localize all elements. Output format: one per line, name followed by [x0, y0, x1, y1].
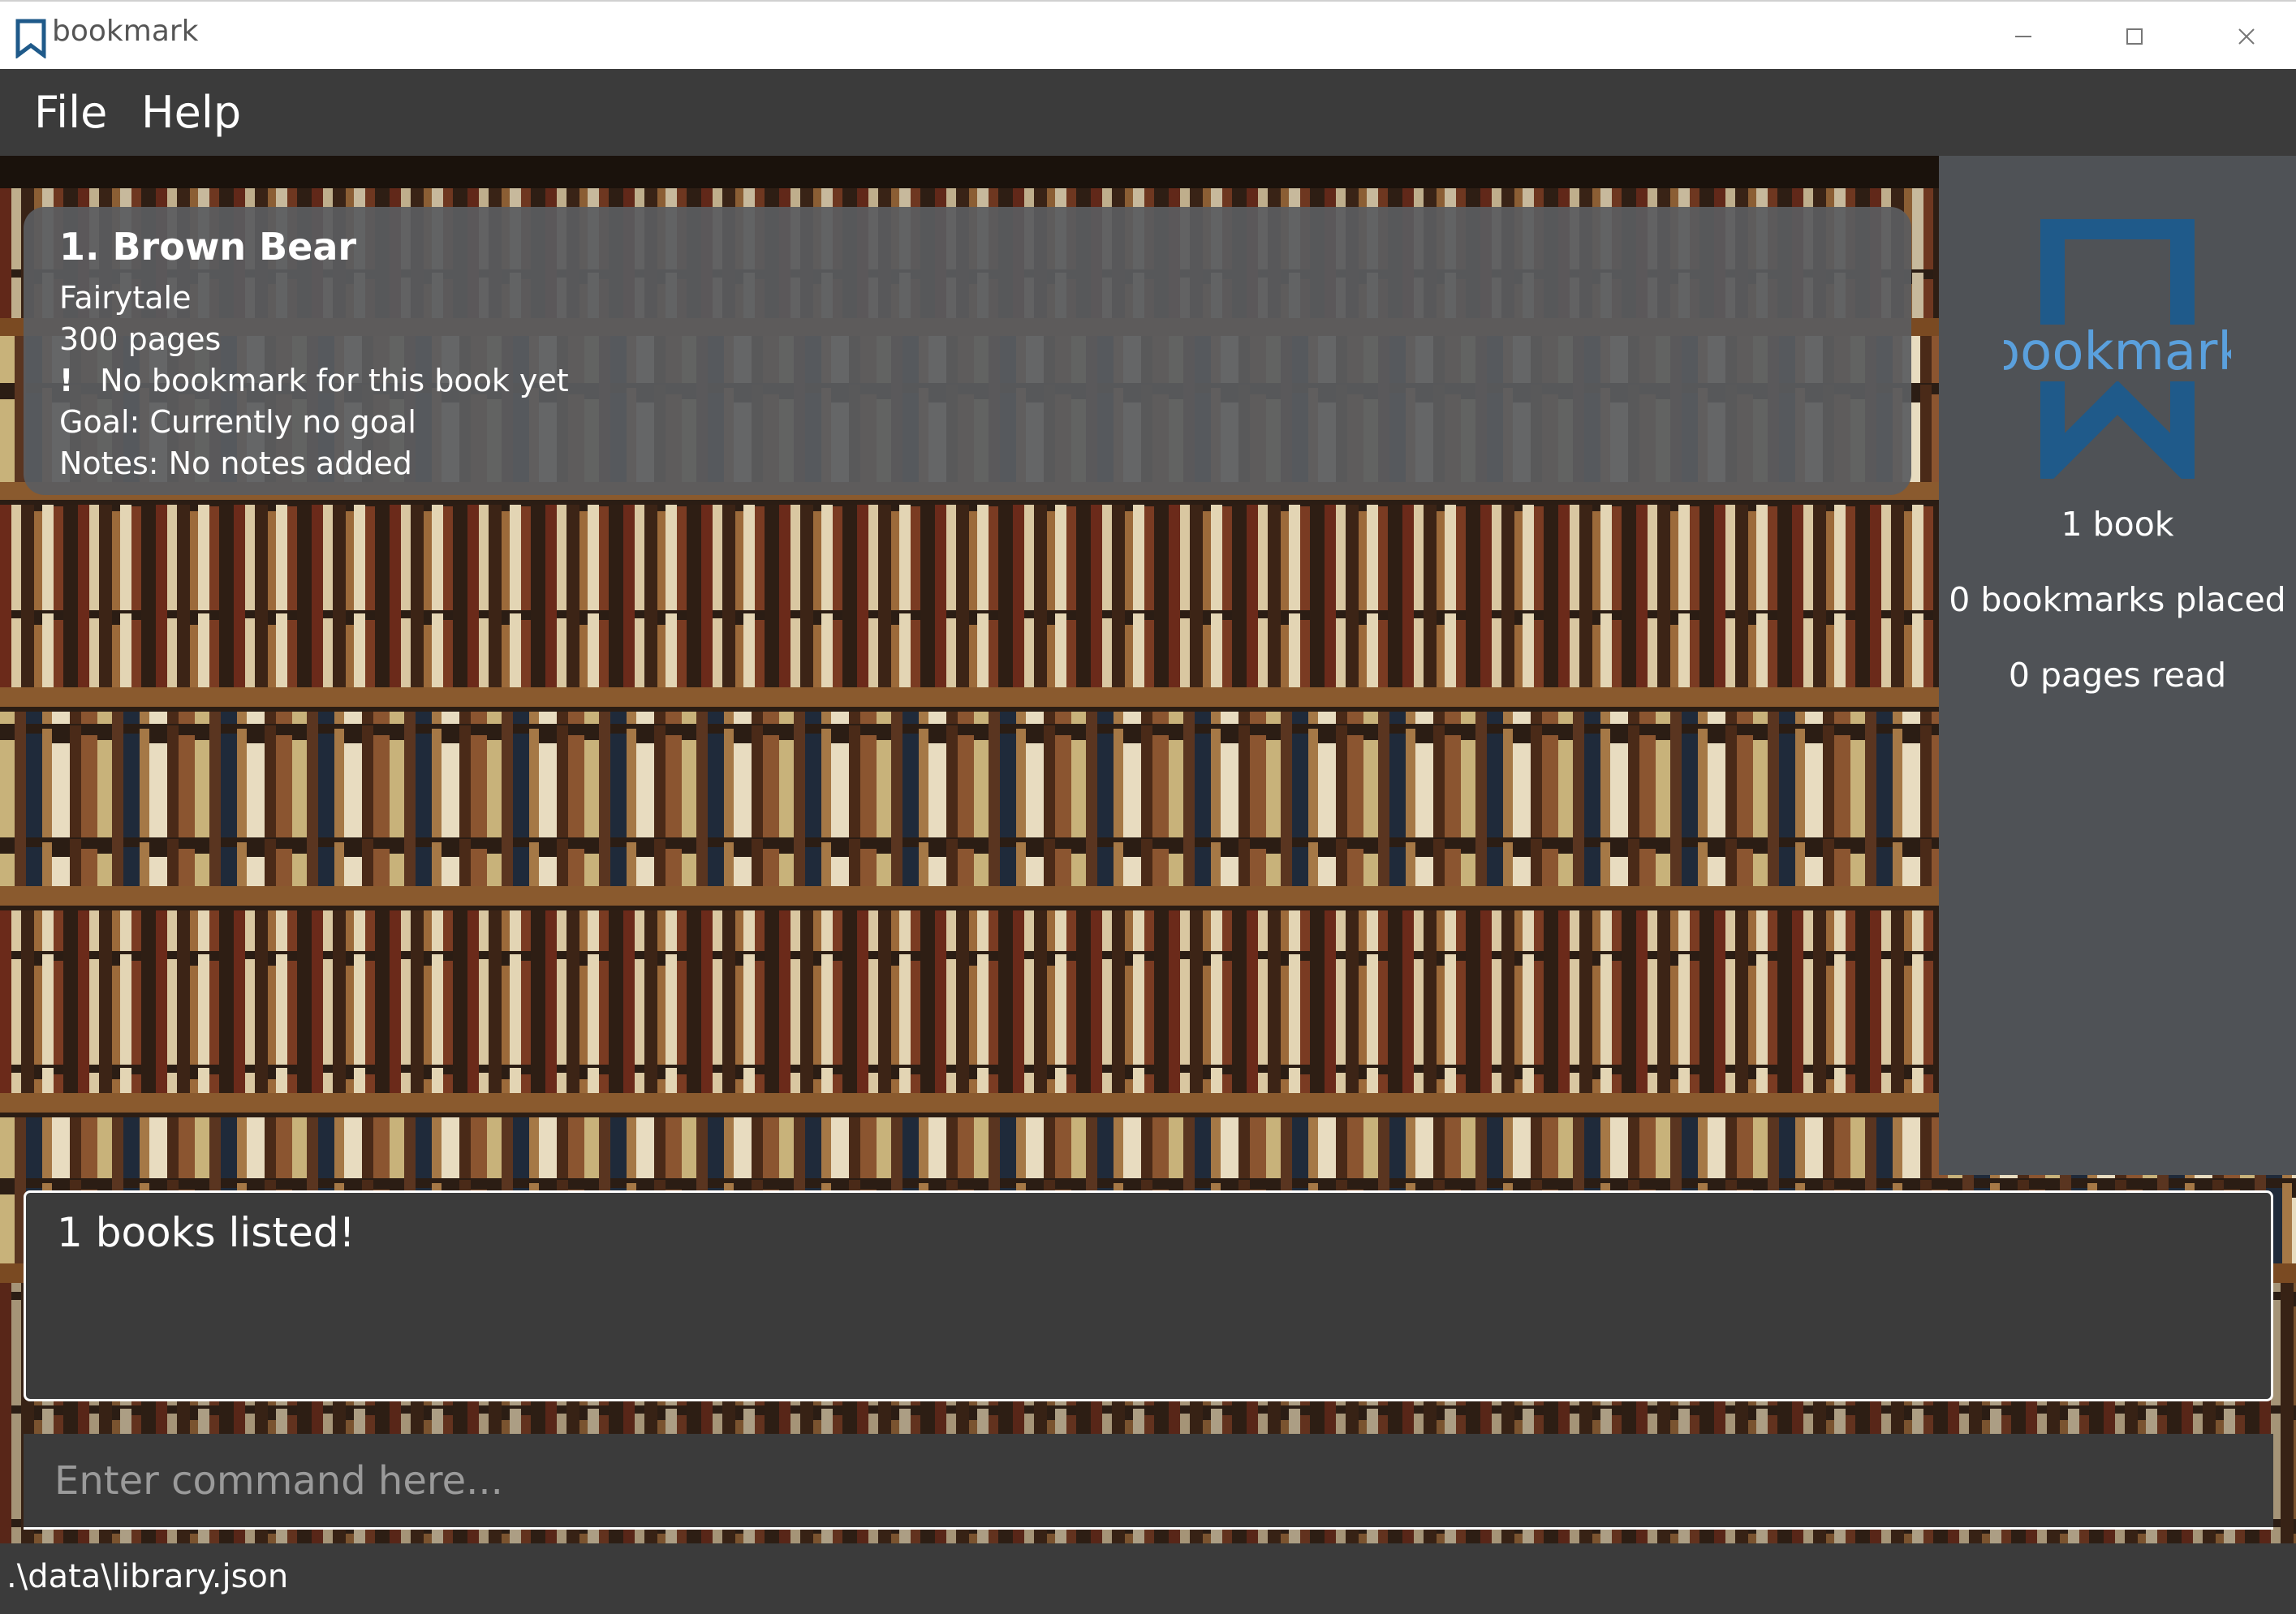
result-display[interactable]: 1 books listed!: [24, 1190, 2273, 1401]
book-pages: 300 pages: [59, 321, 222, 357]
book-card[interactable]: 1. Brown Bear Fairytale 300 pages ! No b…: [24, 207, 1911, 495]
menu-help[interactable]: Help: [141, 87, 241, 138]
bookmarks-placed-count: 0 bookmarks placed: [1949, 580, 2286, 619]
logo-text: bookmark: [2004, 322, 2231, 382]
maximize-button[interactable]: [2086, 2, 2183, 71]
window-title: bookmark: [52, 15, 199, 48]
book-bookmark-status: ! No bookmark for this book yet: [59, 363, 569, 398]
command-input[interactable]: [24, 1434, 2273, 1530]
bookmark-app-icon: [15, 19, 46, 58]
book-count: 1 book: [2061, 505, 2174, 544]
result-text: 1 books listed!: [57, 1209, 355, 1256]
close-button[interactable]: [2198, 2, 2295, 71]
book-bookmark-text: No bookmark for this book yet: [100, 363, 569, 398]
minimize-icon: [2015, 35, 2031, 37]
bookmark-logo-icon: bookmark: [2004, 219, 2231, 479]
exclamation-icon: !: [59, 363, 74, 398]
status-bar: .\data\library.json: [0, 1543, 2296, 1614]
book-goal: Goal: Currently no goal: [59, 404, 416, 440]
menu-file[interactable]: File: [34, 87, 107, 138]
app-window: bookmark File Help 1. Brown Bear Fairyta…: [0, 0, 2296, 1614]
summary-panel: bookmark 1 book 0 bookmarks placed 0 pag…: [1939, 156, 2296, 1175]
book-title: 1. Brown Bear: [59, 225, 357, 269]
book-notes: Notes: No notes added: [59, 445, 412, 481]
book-genre: Fairytale: [59, 280, 192, 316]
title-bar: bookmark: [0, 0, 2296, 69]
menu-bar: File Help: [0, 69, 2296, 156]
data-file-path: .\data\library.json: [6, 1558, 289, 1595]
pages-read-count: 0 pages read: [2008, 656, 2227, 695]
maximize-icon: [2126, 28, 2143, 45]
minimize-button[interactable]: [1975, 2, 2072, 71]
close-icon: [2238, 28, 2255, 45]
